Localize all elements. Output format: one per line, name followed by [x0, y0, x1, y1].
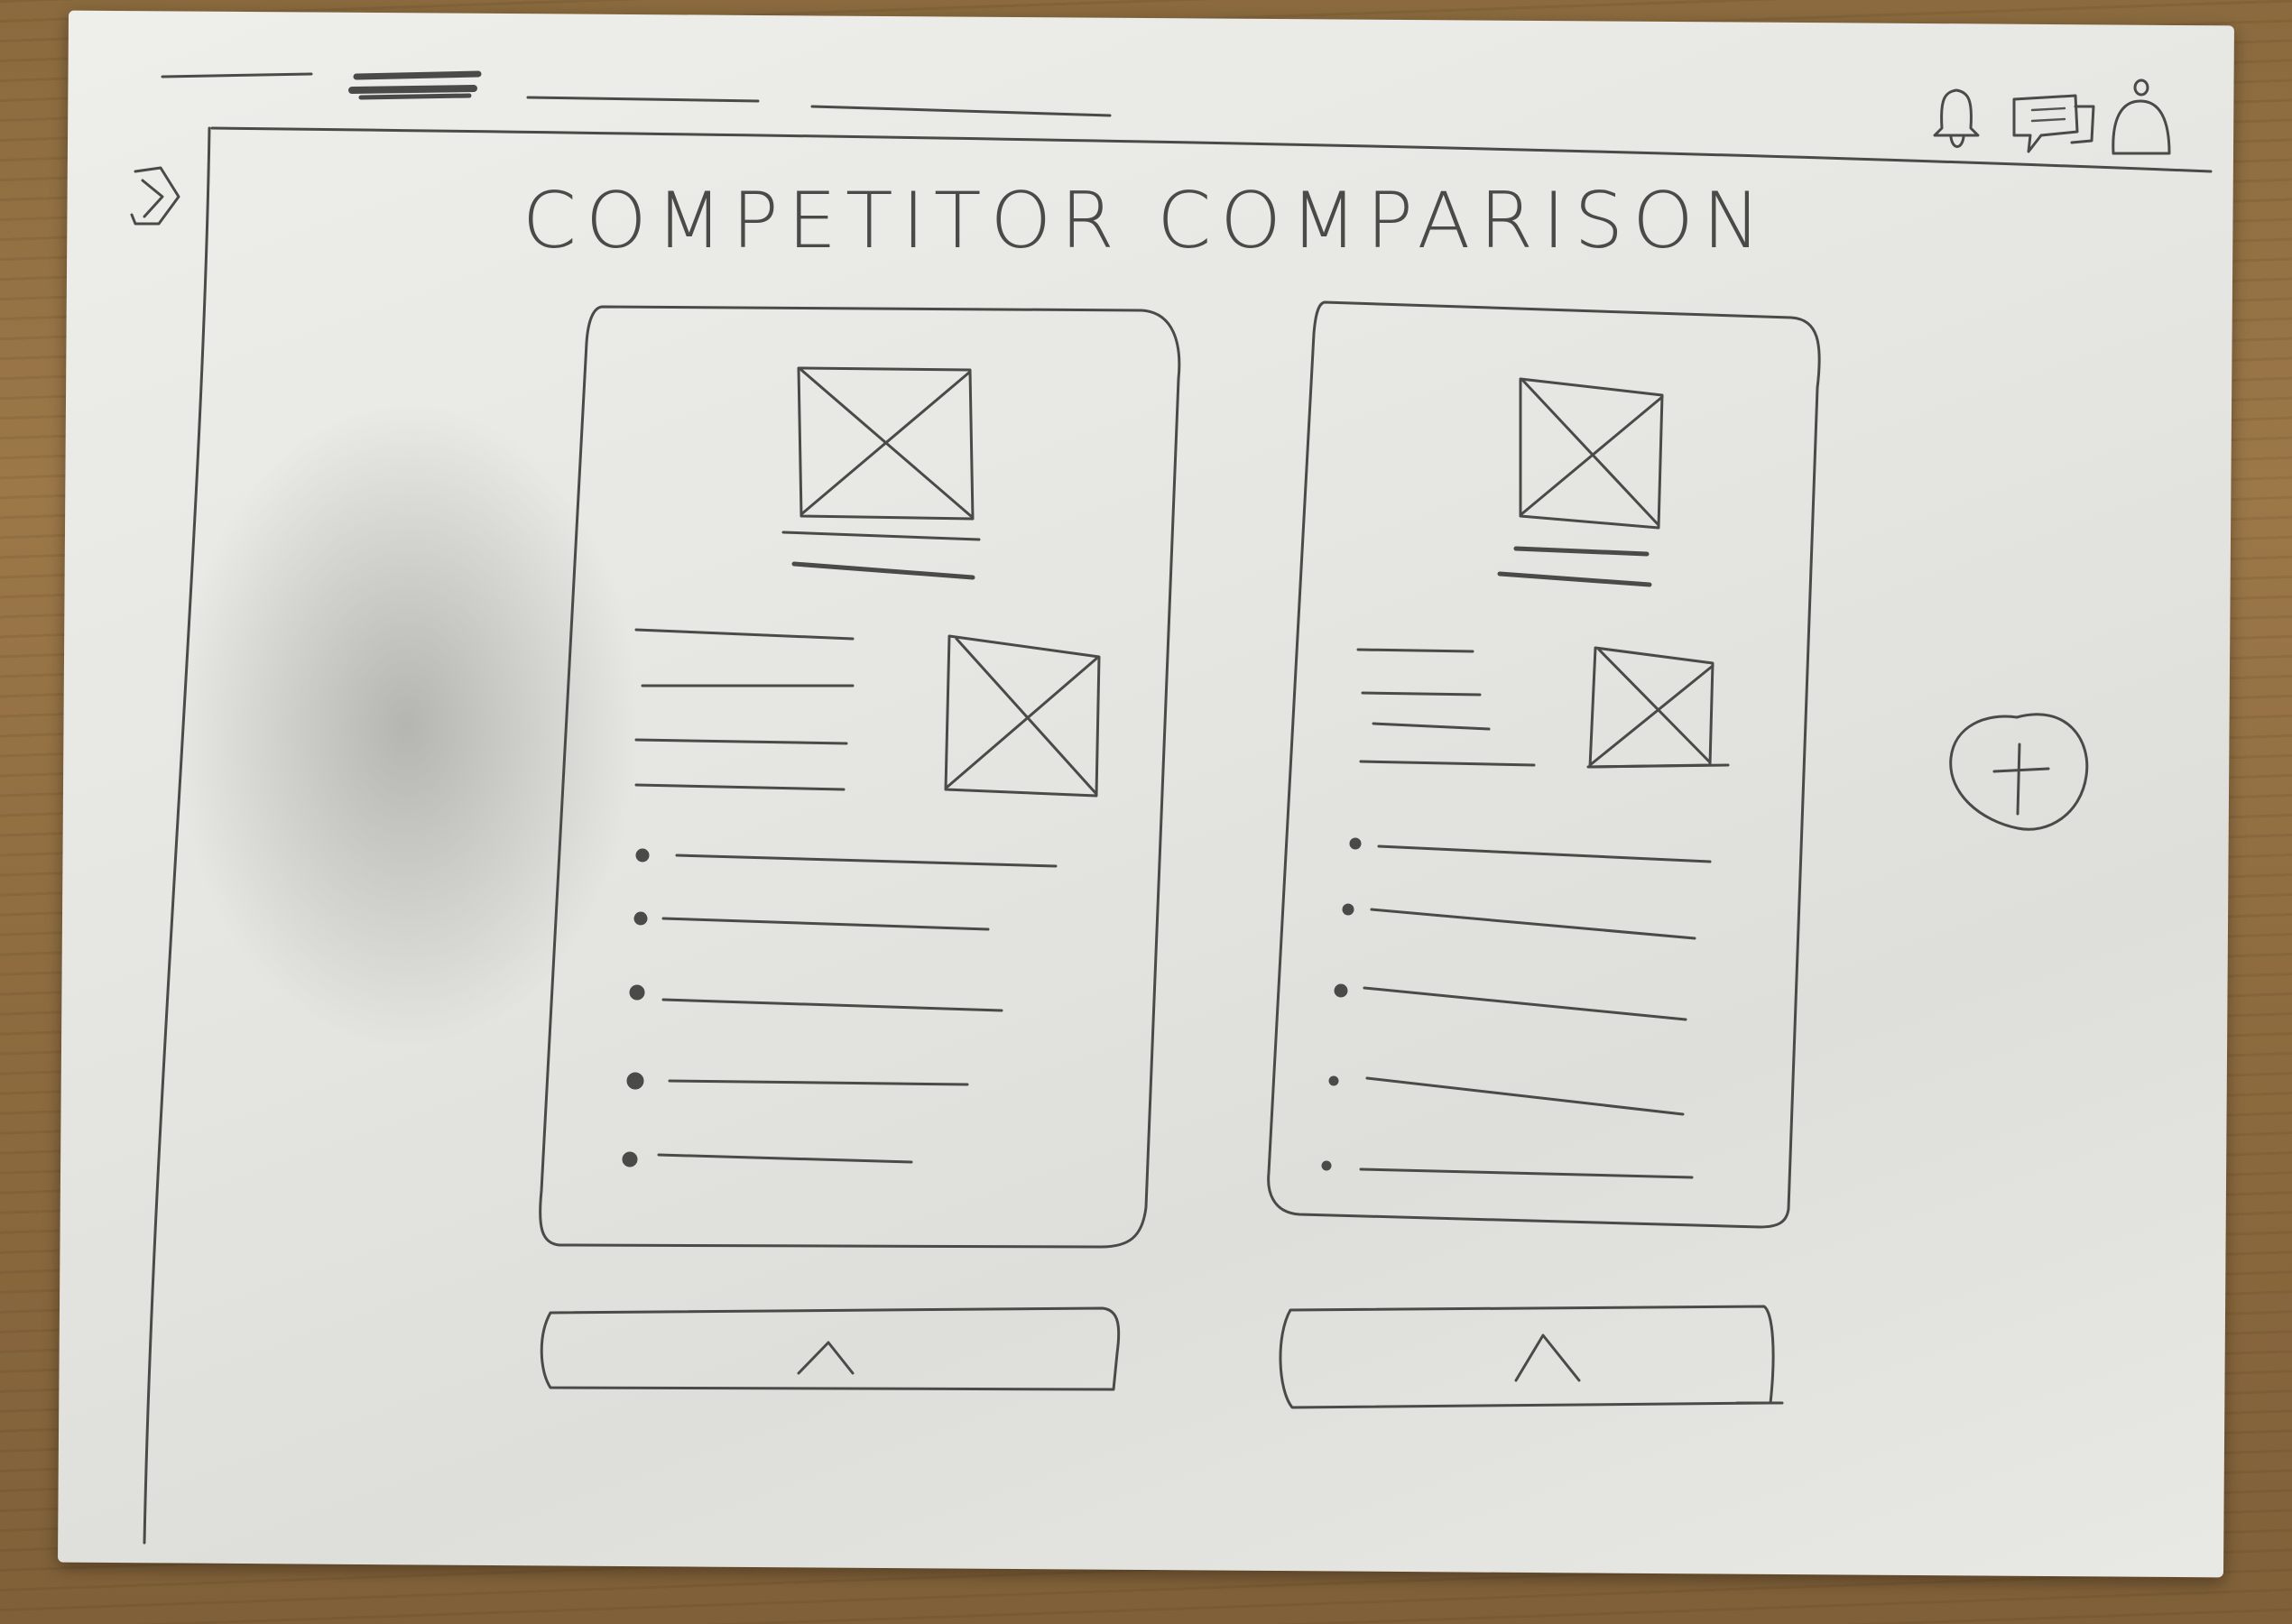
description-lines — [1356, 648, 1536, 767]
chat-icon[interactable] — [2012, 94, 2095, 153]
profile-icon[interactable] — [2112, 78, 2171, 155]
chevron-up-icon — [1514, 1333, 1581, 1382]
feature-list — [1321, 837, 1712, 1179]
competitor-card-1 — [539, 305, 1181, 1249]
add-competitor-button[interactable] — [1949, 713, 2089, 831]
page-title: COMPETITOR COMPARISON — [522, 176, 1770, 266]
competitor-card-2 — [1267, 300, 1821, 1229]
description-lines — [634, 628, 855, 791]
product-image-icon — [797, 366, 975, 521]
card-1-collapse-button[interactable] — [540, 1306, 1121, 1391]
product-name-line — [781, 531, 981, 541]
plus-icon — [1992, 743, 2050, 816]
thumbnail-image-icon — [944, 634, 1101, 798]
product-subtitle-line — [791, 561, 975, 580]
thumbnail-image-icon — [1586, 646, 1730, 769]
product-image-icon — [1519, 377, 1664, 530]
header-divider — [210, 126, 2213, 173]
nav-tab-4[interactable] — [810, 105, 1112, 117]
product-subtitle-line — [1497, 571, 1652, 587]
bell-icon[interactable] — [1933, 88, 1980, 148]
nav-tab-1[interactable] — [161, 72, 313, 78]
nav-tab-2[interactable] — [348, 70, 482, 100]
nav-tabs — [161, 70, 1112, 117]
product-name-line — [1513, 546, 1650, 557]
chevron-up-icon — [797, 1341, 855, 1375]
sidebar-divider — [143, 126, 211, 1545]
feature-list — [622, 848, 1058, 1167]
card-2-collapse-button[interactable] — [1279, 1305, 1784, 1409]
nav-tab-3[interactable] — [526, 96, 760, 103]
